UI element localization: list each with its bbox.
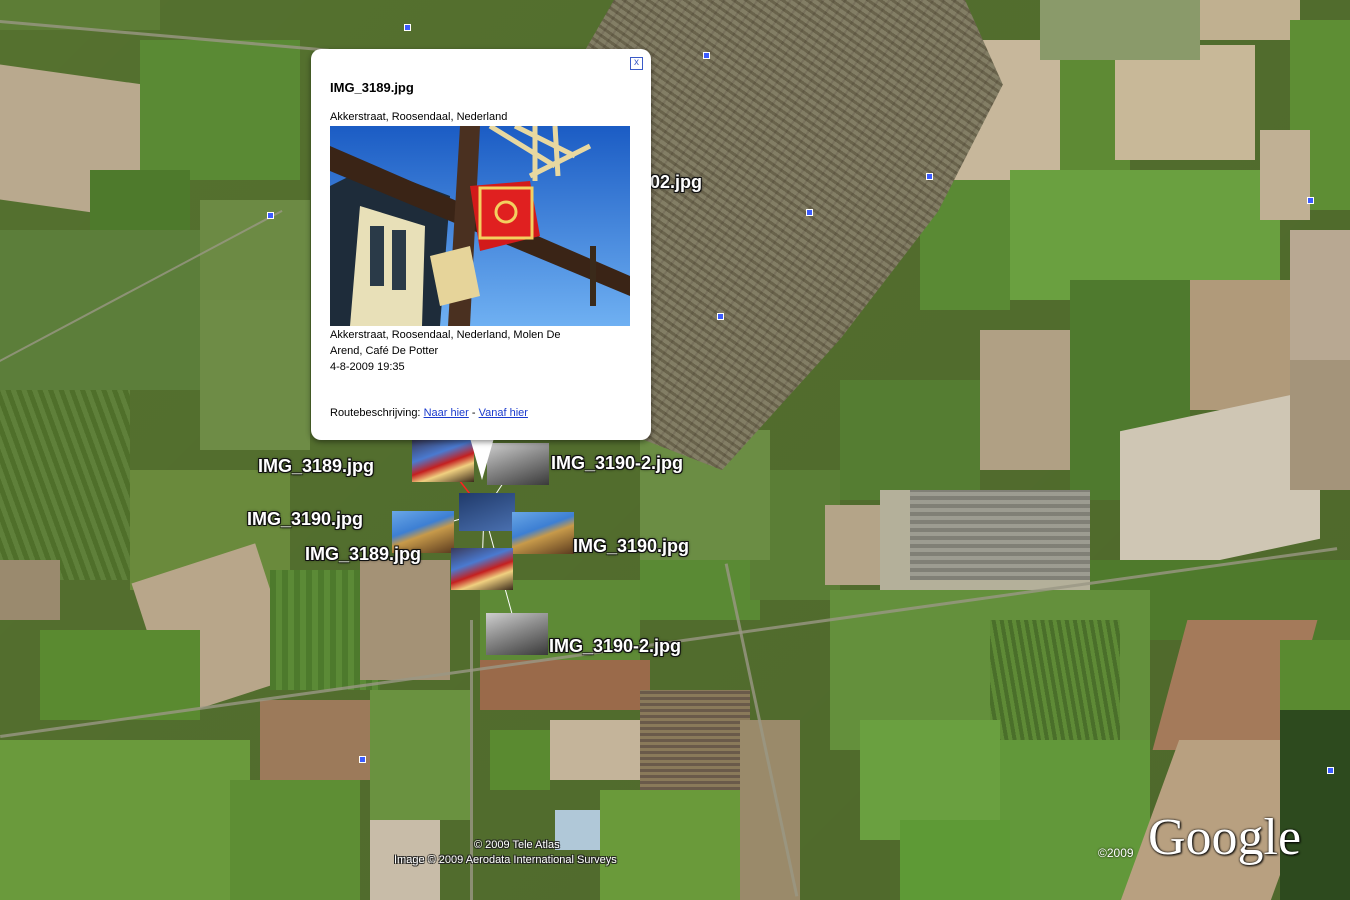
satellite-map[interactable]: 02.jpg IMG_3189.jpg IMG_3190-2.jpg IMG_3… [0, 0, 1350, 900]
copyright-imagery: Image © 2009 Aerodata International Surv… [394, 854, 617, 866]
close-button[interactable]: x [630, 57, 643, 70]
photo-thumbnail[interactable] [486, 613, 548, 655]
windmill-photo [330, 126, 630, 326]
google-copyright-year: ©2009 [1098, 846, 1134, 860]
directions-from-here-link[interactable]: Vanaf hier [479, 407, 528, 419]
spider-lines [422, 461, 544, 633]
balloon-description: Akkerstraat, Roosendaal, Nederland, Mole… [330, 327, 620, 375]
route-separator: - [471, 407, 476, 419]
description-line: Arend, Café De Potter [330, 345, 439, 357]
photo-thumbnail[interactable] [459, 493, 515, 531]
photo-label[interactable]: IMG_3190-2.jpg [551, 453, 683, 474]
photo-label[interactable]: IMG_3190.jpg [247, 509, 363, 530]
balloon-address: Akkerstraat, Roosendaal, Nederland [330, 111, 508, 123]
photo-label[interactable]: IMG_3190-2.jpg [549, 636, 681, 657]
info-balloon: x IMG_3189.jpg Akkerstraat, Roosendaal, … [311, 49, 651, 440]
copyright-tele-atlas: © 2009 Tele Atlas [474, 839, 560, 851]
photo-label[interactable]: IMG_3190.jpg [573, 536, 689, 557]
photo-thumbnail[interactable] [412, 440, 474, 482]
photo-thumbnail[interactable] [512, 512, 574, 554]
balloon-title: IMG_3189.jpg [330, 80, 414, 95]
google-logo: Google [1148, 809, 1302, 866]
balloon-tail [470, 438, 494, 480]
windmill-photo-image [330, 126, 630, 326]
photo-datetime: 4-8-2009 19:35 [330, 361, 405, 373]
photo-label[interactable]: IMG_3189.jpg [258, 456, 374, 477]
photo-thumbnail[interactable] [451, 548, 513, 590]
photo-thumbnail[interactable] [487, 443, 549, 485]
photo-label[interactable]: IMG_3189.jpg [305, 544, 421, 565]
description-line: Akkerstraat, Roosendaal, Nederland, Mole… [330, 329, 561, 341]
route-directions: Routebeschrijving: Naar hier - Vanaf hie… [330, 407, 528, 419]
directions-to-here-link[interactable]: Naar hier [424, 407, 469, 419]
route-label: Routebeschrijving: [330, 407, 421, 419]
